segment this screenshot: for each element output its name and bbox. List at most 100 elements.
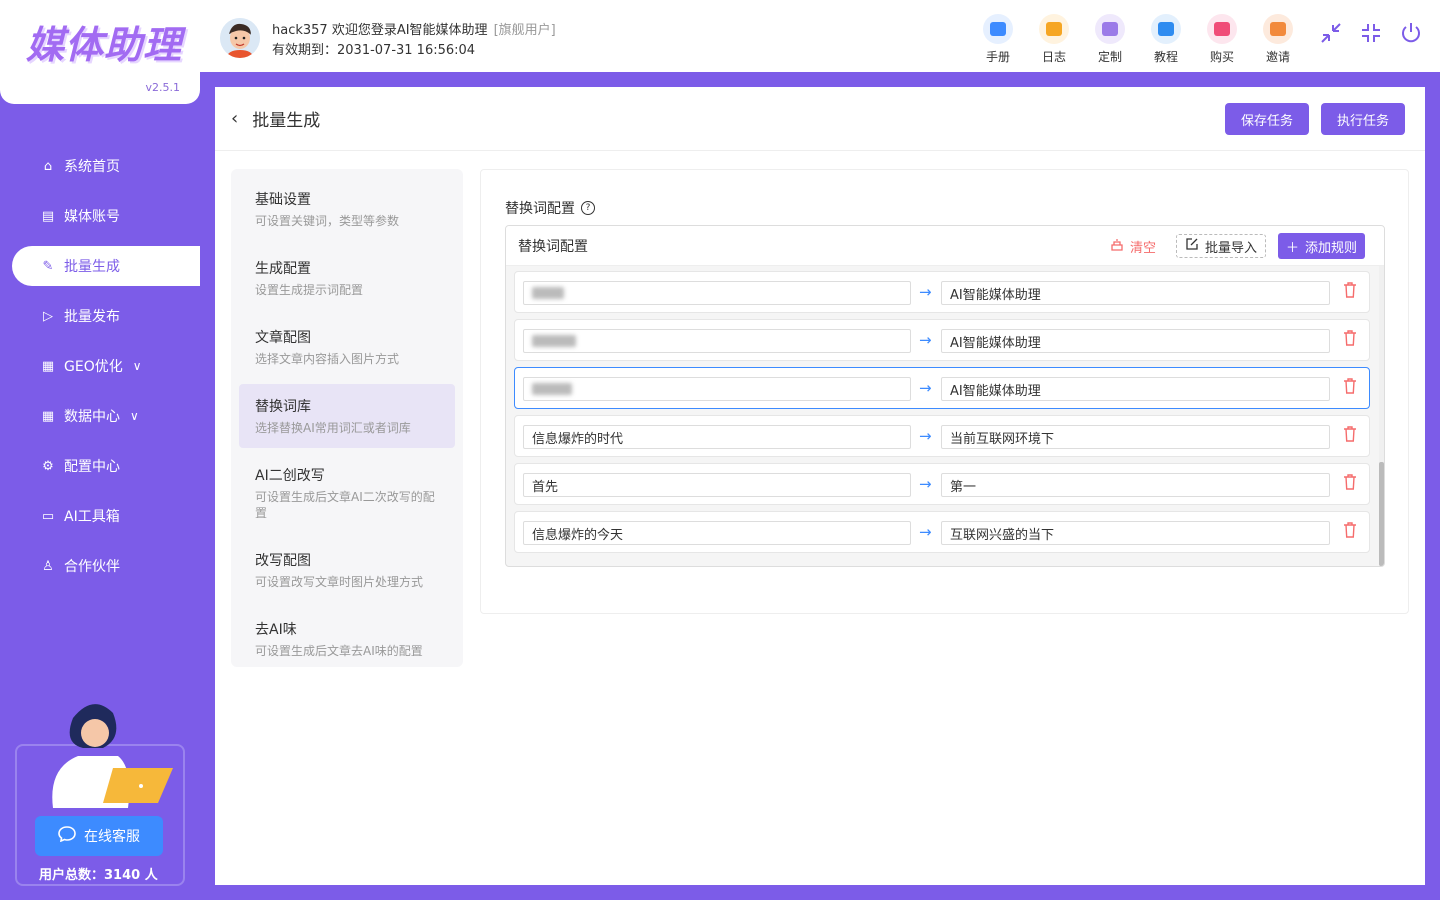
run-task-button[interactable]: 执行任务 <box>1321 103 1406 135</box>
redacted-text <box>532 335 576 347</box>
edit-icon: ✎ <box>42 258 54 274</box>
sidebar-item-data-center[interactable]: ▦ 数据中心 ∨ <box>0 391 200 441</box>
delete-icon[interactable] <box>1343 426 1357 442</box>
custom-icon <box>1095 14 1125 44</box>
doc-icon: ▦ <box>41 408 55 424</box>
step-replace-words[interactable]: 替换词库 选择替换AI常用词汇或者词库 <box>239 384 455 448</box>
source-word-input[interactable]: 信息爆炸的今天 <box>523 521 911 545</box>
sidebar-item-label: 批量生成 <box>64 259 120 275</box>
sidebar-item-home[interactable]: ⌂ 系统首页 <box>0 141 200 191</box>
step-article-images[interactable]: 文章配图 选择文章内容插入图片方式 <box>239 315 455 379</box>
step-generation-config[interactable]: 生成配置 设置生成提示词配置 <box>239 246 455 310</box>
rule-row: → AI智能媒体助理 <box>514 367 1370 409</box>
rule-row: 信息爆炸的时代 → 当前互联网环境下 <box>514 415 1370 457</box>
sidebar-item-accounts[interactable]: ▤ 媒体账号 <box>0 191 200 241</box>
rules-scrollbar[interactable] <box>1379 266 1384 566</box>
doc-icon: ▦ <box>41 358 55 374</box>
step-basic-settings[interactable]: 基础设置 可设置关键词，类型等参数 <box>239 177 455 241</box>
log-button[interactable]: 日志 <box>1026 14 1082 65</box>
sidebar-item-batch-generate[interactable]: ✎ 批量生成 <box>12 246 200 286</box>
source-word-input[interactable] <box>523 281 911 305</box>
delete-icon[interactable] <box>1343 522 1357 538</box>
sidebar-item-batch-publish[interactable]: ▷ 批量发布 <box>0 291 200 341</box>
app-version: v2.5.1 <box>145 81 181 94</box>
delete-icon[interactable] <box>1343 474 1357 490</box>
delete-icon[interactable] <box>1343 330 1357 346</box>
delete-icon[interactable] <box>1343 282 1357 298</box>
target-word-input[interactable]: AI智能媒体助理 <box>941 377 1330 401</box>
support-card: 在线客服 用户总数：3140 人 <box>15 704 185 886</box>
user-tier: [旗舰用户] <box>493 23 556 38</box>
chevron-down-icon: ∨ <box>130 409 139 423</box>
target-word-input[interactable]: AI智能媒体助理 <box>941 329 1330 353</box>
sidebar-item-label: 系统首页 <box>64 159 120 175</box>
invite-icon <box>1263 14 1293 44</box>
arrow-right-icon: → <box>919 331 932 349</box>
collapse-icon[interactable] <box>1318 20 1344 46</box>
window-controls <box>1318 20 1424 46</box>
page-title: 批量生成 <box>252 111 321 131</box>
scrollbar-thumb[interactable] <box>1379 462 1384 566</box>
sidebar-item-label: AI工具箱 <box>64 509 120 525</box>
sidebar-item-partners[interactable]: ♙ 合作伙伴 <box>0 541 200 591</box>
rules-title: 替换词配置 <box>518 238 588 255</box>
sidebar-item-label: 配置中心 <box>64 459 120 475</box>
partner-icon: ♙ <box>42 558 54 574</box>
sidebar-item-label: 数据中心 <box>64 409 120 425</box>
rules-box: 替换词配置 清空 批量导入 ＋ 添加规则 → AI智能媒体助理 → AI智能媒体… <box>505 225 1385 567</box>
logo-area: 媒体助理 v2.5.1 <box>0 0 200 104</box>
rule-row: → AI智能媒体助理 <box>514 271 1370 313</box>
redacted-text <box>532 383 572 395</box>
target-word-input[interactable]: 第一 <box>941 473 1330 497</box>
save-task-button[interactable]: 保存任务 <box>1225 103 1310 135</box>
page-header: ‹ 批量生成 保存任务 执行任务 <box>215 87 1425 151</box>
add-rule-button[interactable]: ＋ 添加规则 <box>1278 233 1366 259</box>
arrow-right-icon: → <box>919 523 932 541</box>
clear-button[interactable]: 清空 <box>1110 237 1156 256</box>
chat-icon <box>58 826 76 846</box>
buy-button[interactable]: 购买 <box>1194 14 1250 65</box>
step-remove-ai-flavor[interactable]: 去AI味 可设置生成后文章去AI味的配置 <box>239 607 455 671</box>
delete-icon[interactable] <box>1343 378 1357 394</box>
target-word-input[interactable]: AI智能媒体助理 <box>941 281 1330 305</box>
help-icon[interactable]: ? <box>581 201 595 215</box>
sidebar-item-config[interactable]: ⚙ 配置中心 <box>0 441 200 491</box>
sidebar-item-ai-tools[interactable]: ▭ AI工具箱 <box>0 491 200 541</box>
send-icon: ▷ <box>43 308 53 324</box>
step-list: 基础设置 可设置关键词，类型等参数 生成配置 设置生成提示词配置 文章配图 选择… <box>231 169 463 667</box>
welcome-text: hack357 欢迎您登录AI智能媒体助理 [旗舰用户] <box>272 23 556 38</box>
sidebar-item-label: 批量发布 <box>64 309 120 325</box>
book-icon: ▭ <box>41 508 55 524</box>
log-icon <box>1039 14 1069 44</box>
source-word-input[interactable]: 首先 <box>523 473 911 497</box>
sidebar-item-geo[interactable]: ▦ GEO优化 ∨ <box>0 341 200 391</box>
sidebar-item-label: 合作伙伴 <box>64 559 120 575</box>
manual-button[interactable]: 手册 <box>970 14 1026 65</box>
fullscreen-exit-icon[interactable] <box>1358 20 1384 46</box>
app-logo: 媒体助理 <box>26 23 183 67</box>
custom-button[interactable]: 定制 <box>1082 14 1138 65</box>
customer-service-button[interactable]: 在线客服 <box>35 816 163 856</box>
plus-icon: ＋ <box>1286 240 1300 256</box>
invite-button[interactable]: 邀请 <box>1250 14 1306 65</box>
back-arrow-icon[interactable]: ‹ <box>231 108 238 129</box>
main-content: ‹ 批量生成 保存任务 执行任务 基础设置 可设置关键词，类型等参数 生成配置 … <box>215 87 1425 885</box>
source-word-input[interactable] <box>523 377 911 401</box>
section-label: 替换词配置 ? <box>505 198 595 218</box>
cart-icon <box>1207 14 1237 44</box>
avatar[interactable] <box>220 18 260 58</box>
target-word-input[interactable]: 当前互联网环境下 <box>941 425 1330 449</box>
power-icon[interactable] <box>1398 20 1424 46</box>
step-ai-rewrite[interactable]: AI二创改写 可设置生成后文章AI二次改写的配置 <box>239 453 455 533</box>
batch-import-button[interactable]: 批量导入 <box>1176 234 1267 258</box>
source-word-input[interactable]: 信息爆炸的时代 <box>523 425 911 449</box>
tutorial-button[interactable]: 教程 <box>1138 14 1194 65</box>
step-rewrite-images[interactable]: 改写配图 可设置改写文章时图片处理方式 <box>239 538 455 602</box>
rule-row: → AI智能媒体助理 <box>514 319 1370 361</box>
sidebar-nav: ⌂ 系统首页 ▤ 媒体账号 ✎ 批量生成 ▷ 批量发布 ▦ GEO优化 ∨ ▦ … <box>0 141 200 591</box>
target-word-input[interactable]: 互联网兴盛的当下 <box>941 521 1330 545</box>
source-word-input[interactable] <box>523 329 911 353</box>
top-header: hack357 欢迎您登录AI智能媒体助理 [旗舰用户] 有效期到：2031-07… <box>200 0 1440 72</box>
support-illustration <box>52 704 173 808</box>
home-icon: ⌂ <box>43 158 53 174</box>
